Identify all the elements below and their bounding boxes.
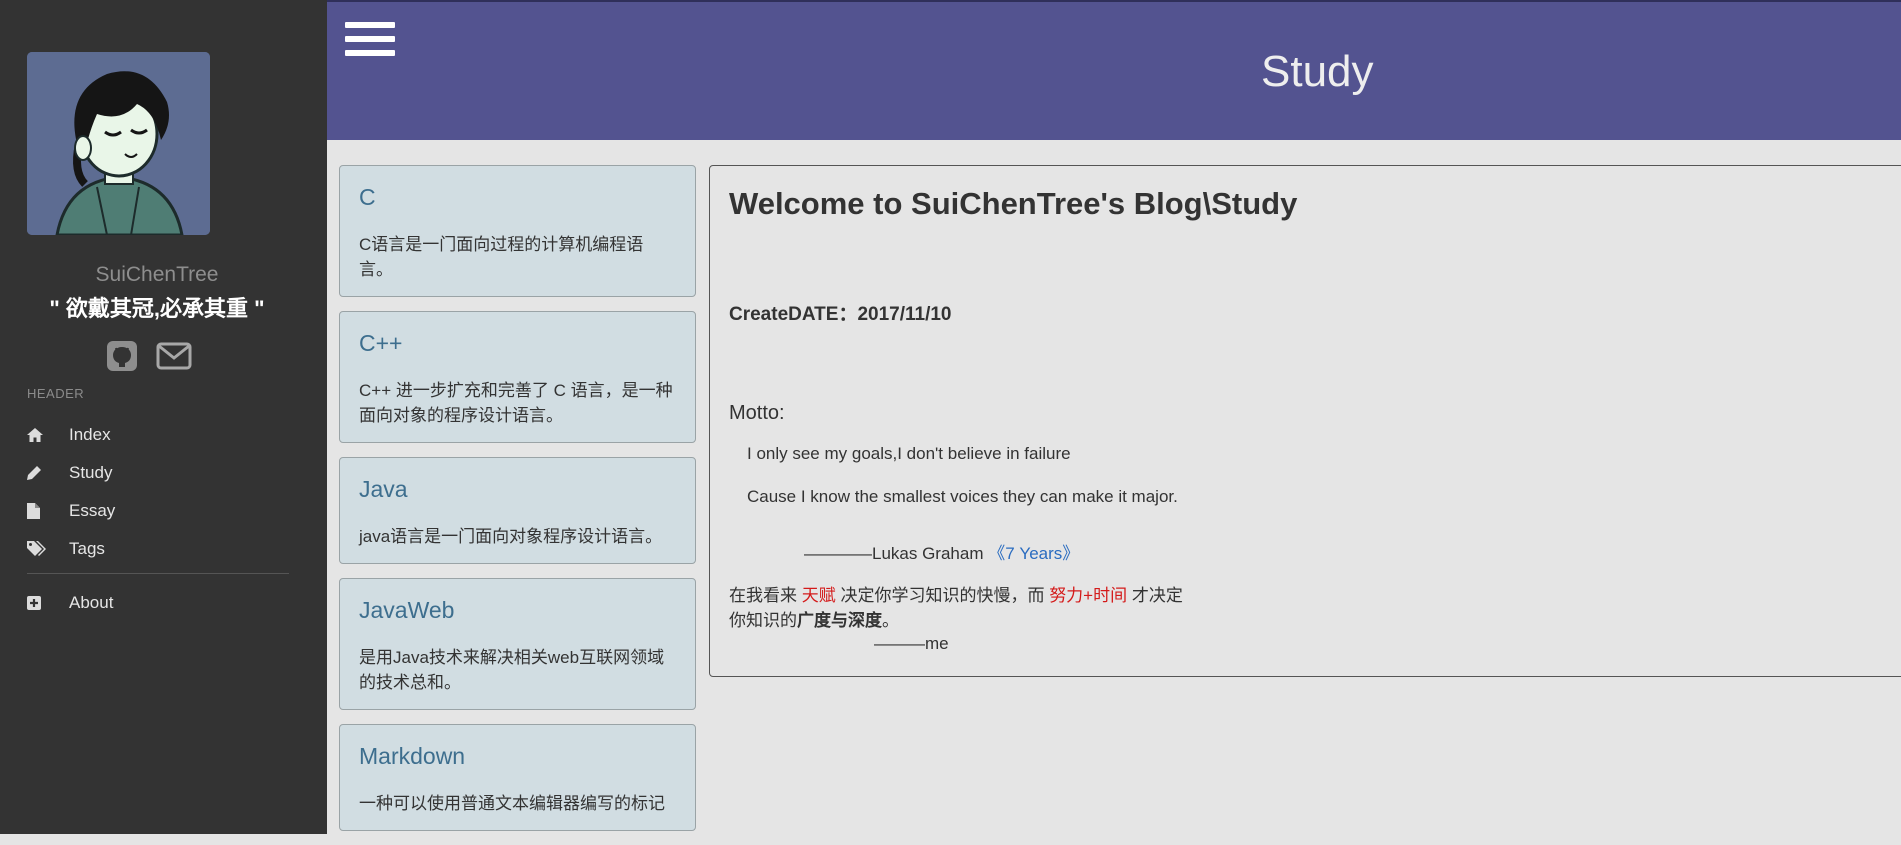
- note-highlight: 努力+时间: [1049, 586, 1128, 605]
- note-text: 。: [882, 611, 899, 630]
- author-motto: " 欲戴其冠,必承其重 ": [49, 296, 265, 321]
- author-note: 在我看来 天赋 决定你学习知识的快慢，而 努力+时间 才决定你知识的广度与深度。: [729, 583, 1189, 633]
- hamburger-icon[interactable]: [345, 22, 395, 66]
- panel-title: Welcome to SuiChenTree's Blog\Study: [729, 186, 1298, 221]
- card-javaweb[interactable]: JavaWeb 是用Java技术来解决相关web互联网领域的技术总和。: [339, 578, 696, 710]
- github-icon[interactable]: [106, 340, 138, 377]
- plus-square-icon: [27, 593, 55, 613]
- card-title: JavaWeb: [359, 597, 455, 623]
- social-links: [106, 340, 192, 377]
- sidebar-item-label: Tags: [69, 539, 105, 558]
- note-text: 在我看来: [729, 586, 802, 605]
- motto-label: Motto:: [729, 402, 785, 424]
- card-title: C: [359, 184, 376, 210]
- motto-line: Cause I know the smallest voices they ca…: [747, 487, 1178, 506]
- motto-line: I only see my goals,I don't believe in f…: [747, 444, 1071, 463]
- signature: ———me: [874, 634, 949, 653]
- sidebar-nav-secondary: About: [27, 584, 289, 622]
- sidebar-nav: Index Study Essay Tags: [27, 416, 289, 568]
- sidebar-item-about[interactable]: About: [27, 584, 289, 622]
- card-c[interactable]: C C语言是一门面向过程的计算机编程语言。: [339, 165, 696, 297]
- card-desc: C语言是一门面向过程的计算机编程语言。: [359, 235, 644, 279]
- author-name: SuiChenTree: [95, 263, 219, 286]
- note-text: 决定你学习知识的快慢，而: [835, 586, 1050, 605]
- home-icon: [27, 425, 55, 445]
- avatar[interactable]: [27, 52, 210, 235]
- sidebar-item-label: Study: [69, 463, 113, 482]
- nav-section-header: HEADER: [27, 386, 85, 401]
- sidebar-item-essay[interactable]: Essay: [27, 492, 289, 530]
- create-date: CreateDATE：2017/11/10: [729, 304, 952, 325]
- card-title: Java: [359, 476, 408, 502]
- card-desc: 一种可以使用普通文本编辑器编写的标记: [359, 794, 665, 813]
- card-java[interactable]: Java java语言是一门面向对象程序设计语言。: [339, 457, 696, 564]
- credit-author: ————Lukas Graham: [804, 544, 989, 563]
- page-title: Study: [1261, 47, 1374, 96]
- song-link[interactable]: 《7 Years》: [988, 544, 1079, 563]
- top-header: Study: [327, 0, 1901, 140]
- sidebar-item-tags[interactable]: Tags: [27, 530, 289, 568]
- sidebar: SuiChenTree " 欲戴其冠,必承其重 " HEADER Index S…: [0, 0, 327, 834]
- card-title: Markdown: [359, 743, 466, 769]
- card-markdown[interactable]: Markdown 一种可以使用普通文本编辑器编写的标记: [339, 724, 696, 831]
- mail-icon[interactable]: [156, 340, 192, 377]
- category-list: C C语言是一门面向过程的计算机编程语言。 C++ C++ 进一步扩充和完善了 …: [339, 165, 696, 845]
- sidebar-item-label: Essay: [69, 501, 116, 520]
- note-highlight: 天赋: [801, 586, 836, 605]
- file-icon: [27, 501, 55, 521]
- card-desc: 是用Java技术来解决相关web互联网领域的技术总和。: [359, 648, 665, 692]
- sidebar-item-label: About: [69, 593, 114, 612]
- sidebar-item-study[interactable]: Study: [27, 454, 289, 492]
- card-title: C++: [359, 330, 403, 356]
- motto-credit: ————Lukas Graham 《7 Years》: [804, 539, 1079, 564]
- nav-divider: [27, 573, 289, 574]
- note-bold: 广度与深度: [797, 611, 882, 630]
- sidebar-item-index[interactable]: Index: [27, 416, 289, 454]
- sidebar-item-label: Index: [69, 425, 111, 444]
- pencil-icon: [27, 463, 55, 483]
- card-desc: C++ 进一步扩充和完善了 C 语言，是一种面向对象的程序设计语言。: [359, 381, 673, 425]
- tags-icon: [27, 539, 55, 559]
- welcome-panel: Welcome to SuiChenTree's Blog\Study Crea…: [709, 165, 1901, 677]
- card-cpp[interactable]: C++ C++ 进一步扩充和完善了 C 语言，是一种面向对象的程序设计语言。: [339, 311, 696, 443]
- card-desc: java语言是一门面向对象程序设计语言。: [359, 527, 663, 546]
